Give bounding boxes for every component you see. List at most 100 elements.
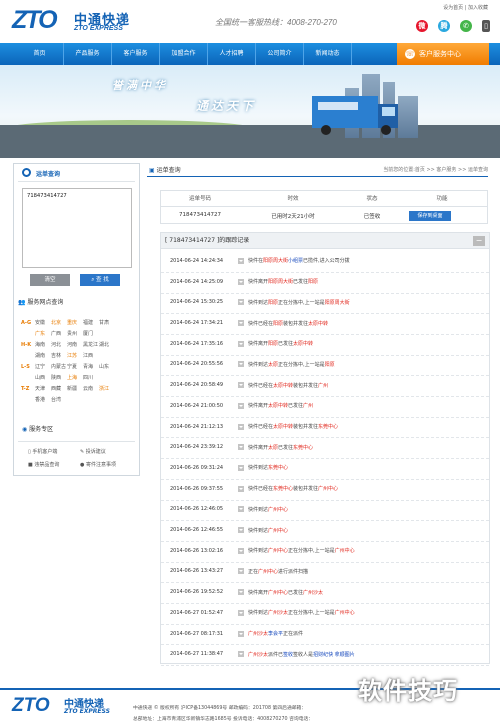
city-link[interactable]: 青海 (83, 363, 99, 370)
city-link[interactable]: 内蒙古 (51, 363, 67, 370)
nav-item-products[interactable]: 产品服务 (64, 43, 112, 65)
nav-item-careers[interactable]: 人才招聘 (208, 43, 256, 65)
nav-item-home[interactable]: 首页 (16, 43, 64, 65)
tracking-text-segment[interactable]: 太原中转 (268, 403, 288, 409)
tracking-text-segment[interactable]: 招财纪快 拿顺图片 (313, 652, 355, 658)
city-link[interactable]: 黑龙江 (83, 341, 99, 348)
city-link[interactable]: 上海 (67, 374, 83, 381)
city-link[interactable]: 陕西 (51, 374, 67, 381)
city-link[interactable]: 河北 (51, 341, 67, 348)
tracking-text-segment[interactable]: 阳原 (268, 300, 278, 306)
query-button[interactable]: ⌕ 查 找 (80, 274, 120, 286)
zto-logo[interactable]: ZTO (12, 7, 70, 33)
wechat-icon[interactable]: ✆ (460, 20, 472, 32)
tracking-text-segment[interactable]: 太原中转 (273, 424, 293, 430)
tracking-row: 2014-06-24 17:35:16 快件离开阳原已发往太原中转 (161, 333, 489, 356)
tracking-text-segment[interactable]: 广州沙太 (303, 590, 323, 596)
city-link[interactable]: 四川 (83, 374, 99, 381)
dropdown-arrow-icon (238, 527, 244, 534)
tracking-text-segment[interactable]: 东莞中心 (273, 486, 293, 492)
tracking-text-segment[interactable]: 阳原 (325, 362, 335, 368)
city-link[interactable]: 海南 (35, 341, 51, 348)
collapse-icon[interactable]: − (473, 236, 485, 246)
tracking-text-segment[interactable]: 阳原 (308, 279, 318, 285)
city-link[interactable]: 山东 (99, 363, 115, 370)
waybill-textarea[interactable]: 718473414727 (22, 188, 132, 268)
tracking-text-segment[interactable]: 广州中心 (335, 610, 355, 616)
tracking-text-segment[interactable]: 广州沙太 (268, 610, 288, 616)
complaint-link[interactable]: ✎ 投诉建议 (80, 448, 106, 455)
tracking-text-segment[interactable]: 阳原周大街 (263, 258, 288, 264)
save-to-desktop-button[interactable]: 保存到桌面 (409, 211, 451, 221)
city-link[interactable]: 吉林 (51, 352, 67, 359)
tracking-text: 快件已经在太原中转装包并发往东莞中心 (248, 423, 338, 430)
city-link[interactable]: 湖南 (35, 352, 51, 359)
nav-item-franchise[interactable]: 加盟合作 (160, 43, 208, 65)
prohibited-items-link[interactable]: ■ 违禁品查询 (28, 461, 59, 468)
tracking-text-segment[interactable]: 东莞中心 (318, 424, 338, 430)
city-link[interactable]: 天津 (35, 385, 51, 392)
city-link[interactable]: 西藏 (51, 385, 67, 392)
city-link[interactable]: 宁夏 (67, 363, 83, 370)
nav-item-about[interactable]: 公司简介 (256, 43, 304, 65)
weibo-icon[interactable]: 微 (416, 20, 428, 32)
tracking-text-segment[interactable]: 太原中转 (293, 341, 313, 347)
city-link[interactable]: 重庆 (67, 319, 83, 326)
city-link[interactable]: 江西 (83, 352, 99, 359)
tracking-text-segment[interactable]: 广州中心 (268, 548, 288, 554)
city-link[interactable]: 云南 (83, 385, 99, 392)
tracking-text-segment[interactable]: 东莞中心 (293, 445, 313, 451)
top-links[interactable]: 设为首页 | 加入收藏 (443, 4, 488, 11)
city-link[interactable]: 河南 (67, 341, 83, 348)
city-link[interactable]: 辽宁 (35, 363, 51, 370)
tracking-text-segment[interactable]: 阳原周大街 (325, 300, 350, 306)
tracking-text-segment: 正在分拣中,上一站是 (288, 610, 335, 617)
tracking-text-segment[interactable]: 太原中转 (273, 383, 293, 389)
city-link[interactable]: 广西 (51, 330, 67, 337)
city-link[interactable]: 广东 (35, 330, 51, 337)
result-elapsed: 已用时2天21小时 (271, 214, 315, 220)
city-link[interactable]: 贵州 (67, 330, 83, 337)
city-link[interactable]: 安徽 (35, 319, 51, 326)
city-link[interactable]: 甘肃 (99, 319, 115, 326)
tracking-text-segment[interactable]: 广州中心 (258, 569, 278, 575)
city-link[interactable]: 香港 (35, 396, 51, 403)
tracking-text-segment[interactable]: 东莞中心 (268, 465, 288, 471)
tracking-text-segment[interactable]: 广州中心 (335, 548, 355, 554)
tracking-text-segment[interactable]: 小组票 (288, 258, 303, 264)
tracking-text-segment[interactable]: 阳原周大街 (268, 279, 293, 285)
tracking-text-segment[interactable]: 签收 (283, 652, 293, 658)
tracking-text-segment[interactable]: 太原 (268, 445, 278, 451)
city-link[interactable]: 福建 (83, 319, 99, 326)
customer-service-center-button[interactable]: ☏ 客户服务中心 (397, 43, 489, 65)
nav-item-customer-service[interactable]: 客户服务 (112, 43, 160, 65)
clear-button[interactable]: 清空 (30, 274, 70, 286)
city-link[interactable]: 台湾 (51, 396, 67, 403)
region-row: 湖南 吉林 江苏 江西 (21, 350, 139, 361)
tracking-text-segment[interactable]: 阳原 (273, 321, 283, 327)
mobile-icon[interactable]: ▯ (482, 20, 490, 32)
tracking-text-segment[interactable]: 广州沙太 (248, 652, 268, 658)
tracking-text-segment[interactable]: 广州中心 (268, 507, 288, 513)
tracking-text-segment[interactable]: 广州 (303, 403, 313, 409)
nav-item-news[interactable]: 新闻动态 (304, 43, 352, 65)
city-link[interactable]: 山西 (35, 374, 51, 381)
tencent-weibo-icon[interactable]: 腾 (438, 20, 450, 32)
city-link[interactable]: 江苏 (67, 352, 83, 359)
mobile-client-link[interactable]: ▯ 手机客户端 (28, 448, 57, 455)
tracking-text-segment[interactable]: 广州 (318, 383, 328, 389)
tracking-text-segment[interactable]: 广州中心 (268, 528, 288, 534)
city-link[interactable]: 厦门 (83, 330, 99, 337)
tracking-text-segment[interactable]: 广州中心 (268, 590, 288, 596)
shipping-notes-link[interactable]: ● 寄件注意事项 (80, 461, 116, 468)
tracking-text-segment[interactable]: 太原 (268, 362, 278, 368)
tracking-text-segment[interactable]: 李会平 (268, 631, 283, 637)
tracking-text-segment[interactable]: 阳原 (268, 341, 278, 347)
tracking-text-segment[interactable]: 广州中心 (318, 486, 338, 492)
city-link[interactable]: 湖北 (99, 341, 115, 348)
tracking-text-segment[interactable]: 太原中转 (308, 321, 328, 327)
city-link[interactable]: 浙江 (99, 385, 115, 392)
tracking-text-segment[interactable]: 广州沙太 (248, 631, 268, 637)
city-link[interactable]: 北京 (51, 319, 67, 326)
city-link[interactable]: 新疆 (67, 385, 83, 392)
